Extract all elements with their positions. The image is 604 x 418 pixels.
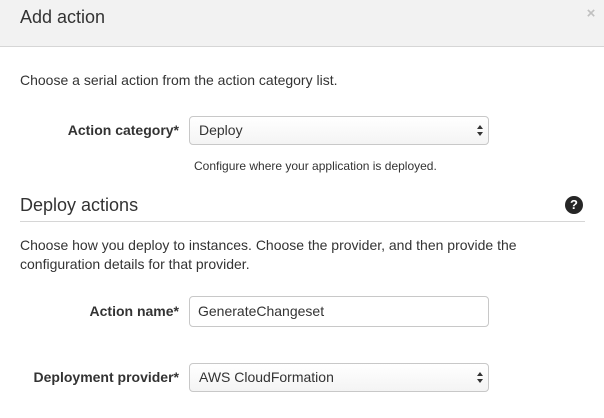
action-category-help: Configure where your application is depl…	[194, 159, 437, 173]
dialog-title: Add action	[20, 7, 106, 27]
section-divider	[20, 221, 585, 222]
close-icon[interactable]: ×	[583, 4, 599, 24]
action-category-select[interactable]: Deploy	[189, 116, 489, 145]
action-category-label: Action category*	[67, 122, 179, 138]
action-category-value: Deploy	[199, 122, 243, 138]
action-name-input[interactable]: GenerateChangeset	[189, 296, 489, 327]
dialog-header: Add action ×	[0, 0, 604, 47]
deployment-provider-label: Deployment provider*	[33, 369, 179, 385]
chevron-updown-icon	[476, 123, 484, 138]
deployment-provider-select[interactable]: AWS CloudFormation	[189, 363, 489, 392]
intro-text: Choose a serial action from the action c…	[20, 72, 338, 88]
deployment-provider-value: AWS CloudFormation	[199, 369, 334, 385]
section-description: Choose how you deploy to instances. Choo…	[20, 237, 517, 272]
section-title: Deploy actions	[20, 195, 139, 215]
action-name-label: Action name*	[89, 303, 179, 319]
chevron-updown-icon	[476, 370, 484, 385]
help-icon[interactable]: ?	[565, 196, 583, 214]
